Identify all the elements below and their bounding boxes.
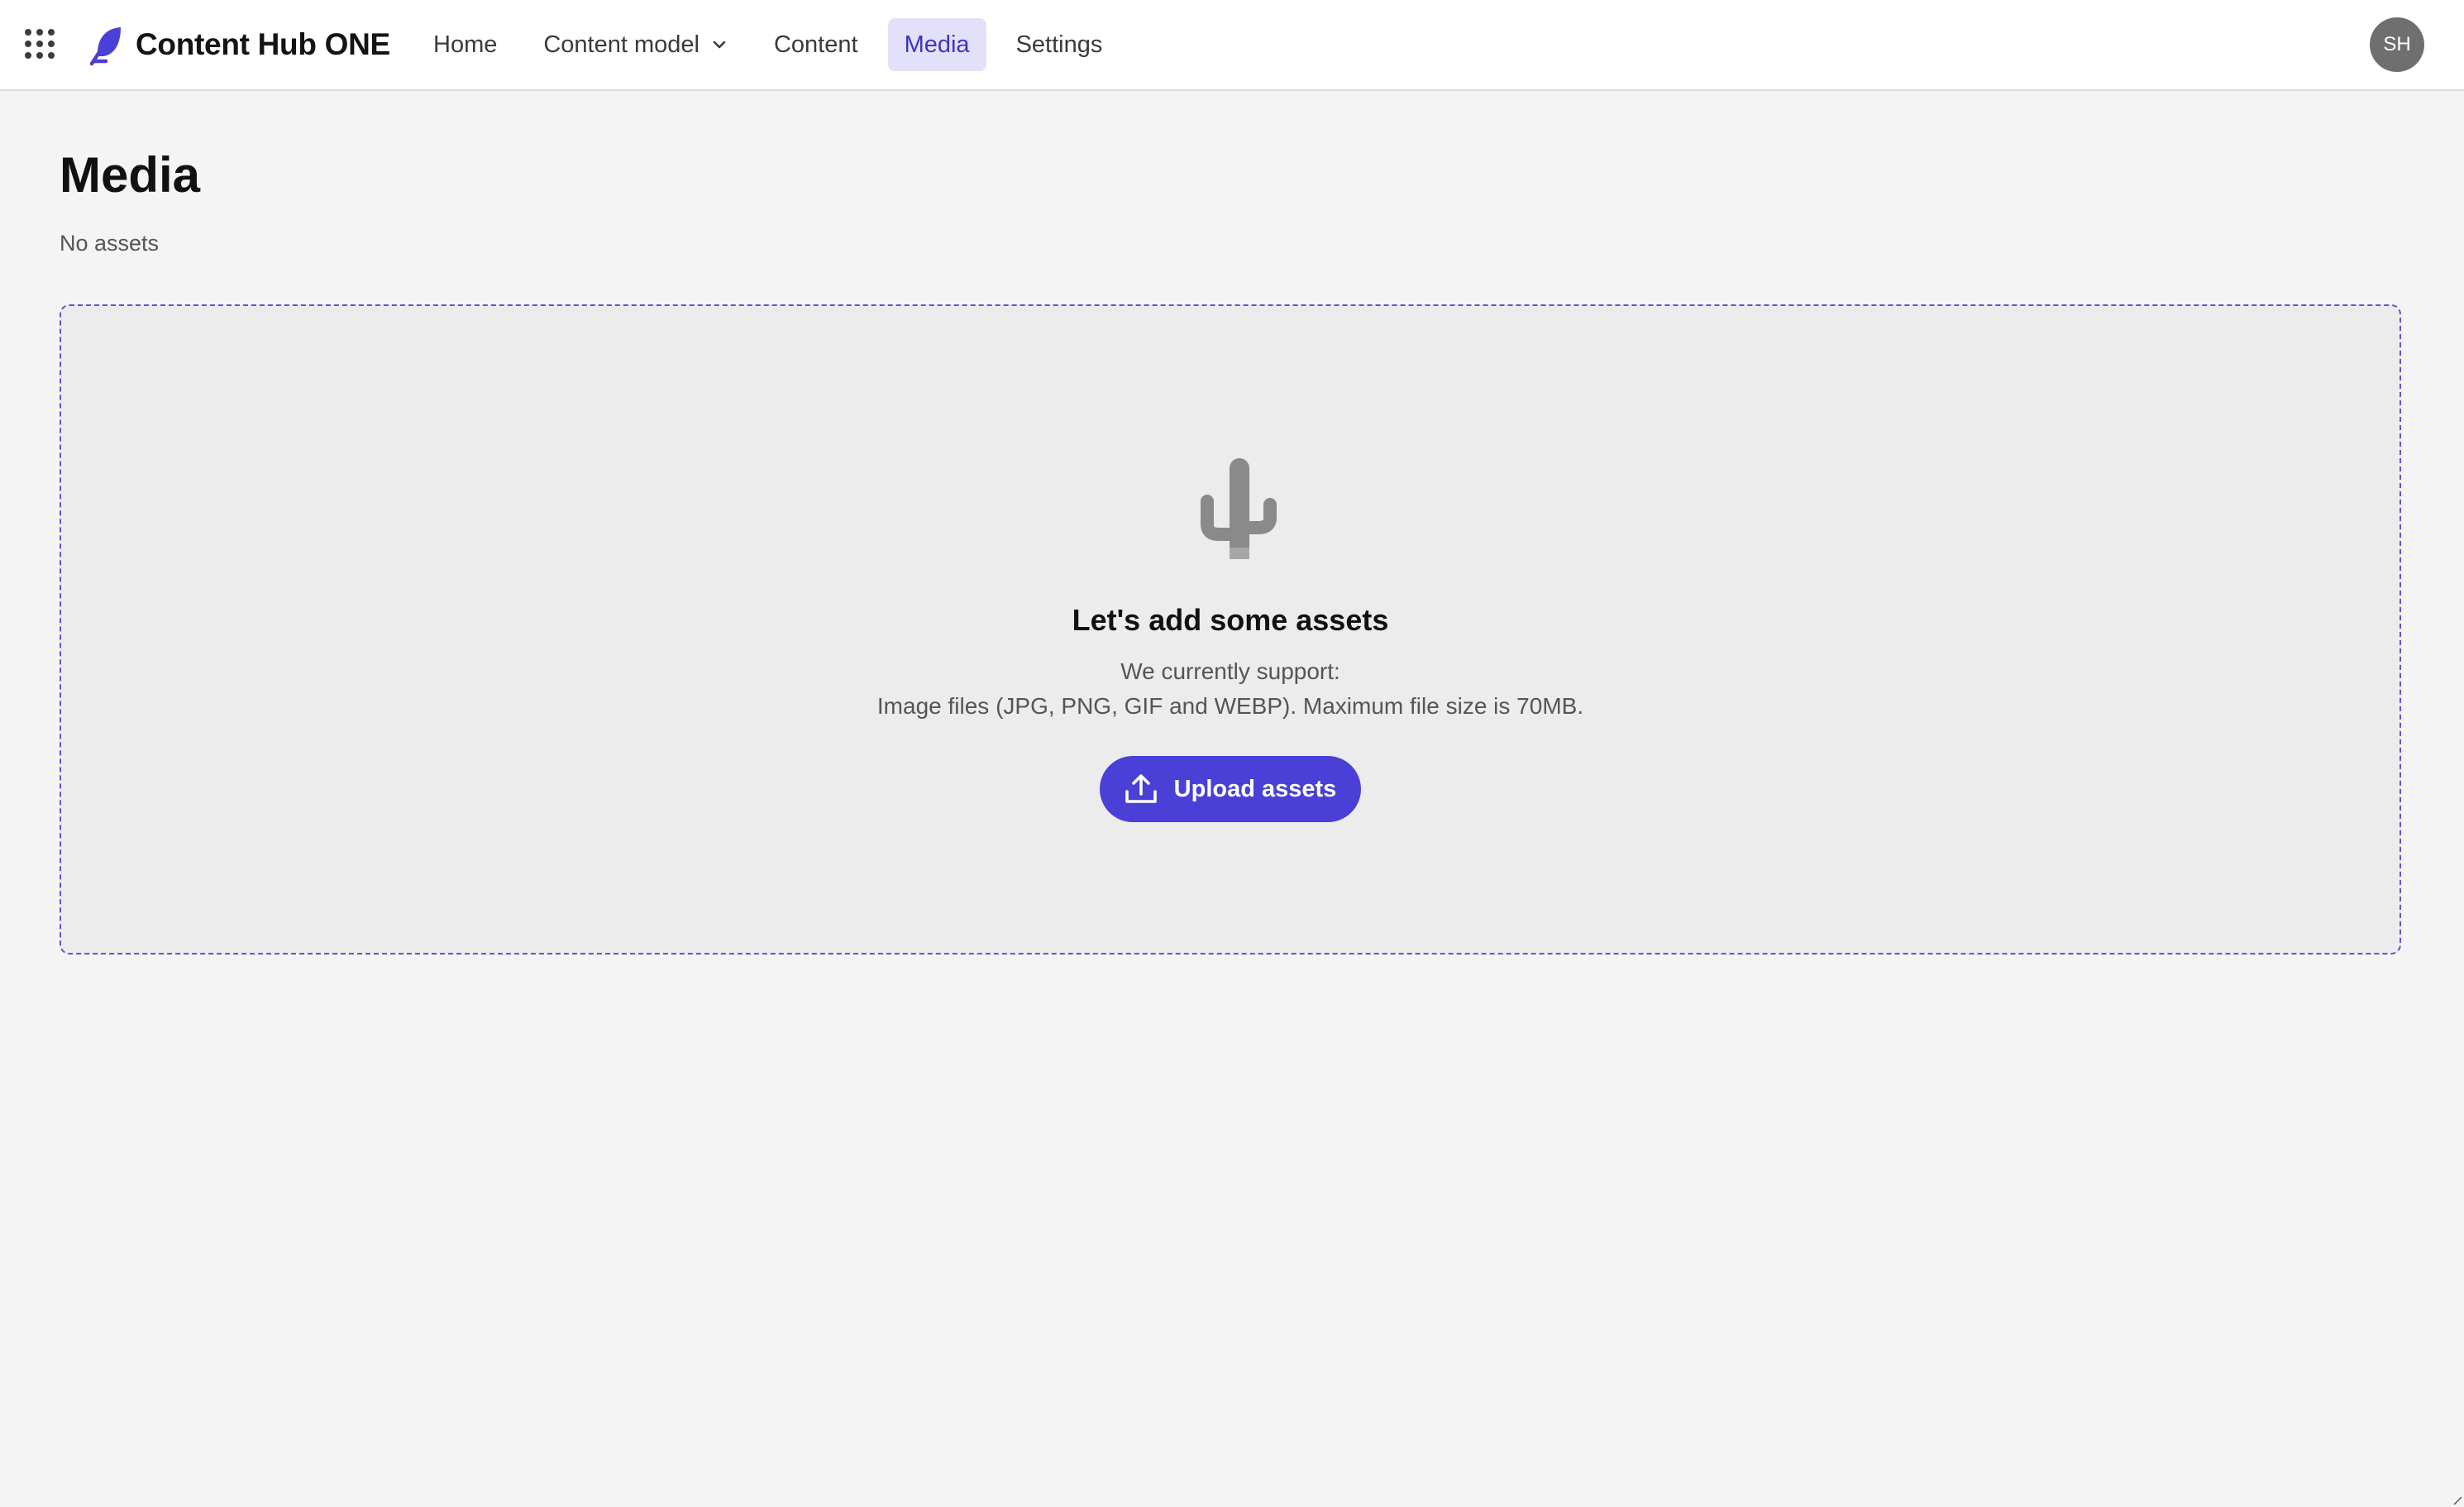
upload-assets-button[interactable]: Upload assets — [1100, 756, 1361, 822]
nav-item-content-model-label: Content model — [543, 31, 700, 58]
feather-logo-icon[interactable] — [88, 25, 126, 66]
nav-item-home[interactable]: Home — [417, 18, 513, 71]
asset-drop-zone[interactable]: Let's add some assets We currently suppo… — [60, 304, 2401, 954]
top-bar: Content Hub ONE Home Content model Conte… — [0, 0, 2464, 91]
nav-item-media[interactable]: Media — [887, 18, 986, 71]
page-title: Media — [60, 147, 201, 203]
empty-state-title: Let's add some assets — [1072, 603, 1389, 637]
user-avatar[interactable]: SH — [2370, 17, 2424, 72]
supported-formats-details: Image files (JPG, PNG, GIF and WEBP). Ma… — [876, 693, 1584, 719]
nav-item-settings[interactable]: Settings — [1000, 18, 1120, 71]
supported-formats-intro: We currently support: — [1120, 658, 1340, 684]
chevron-down-icon — [713, 41, 726, 49]
cactus-icon — [1201, 458, 1277, 559]
upload-icon — [1125, 774, 1157, 803]
resize-grip-icon — [2453, 1496, 2462, 1505]
main-nav: Home Content model Content Media Setting… — [417, 18, 1132, 71]
asset-count-text: No assets — [60, 231, 160, 256]
brand-name[interactable]: Content Hub ONE — [136, 23, 390, 66]
nav-item-content-model[interactable]: Content model — [527, 18, 744, 71]
upload-assets-label: Upload assets — [1173, 775, 1337, 802]
grid-dots-icon[interactable] — [23, 27, 56, 60]
nav-item-content[interactable]: Content — [757, 18, 875, 71]
